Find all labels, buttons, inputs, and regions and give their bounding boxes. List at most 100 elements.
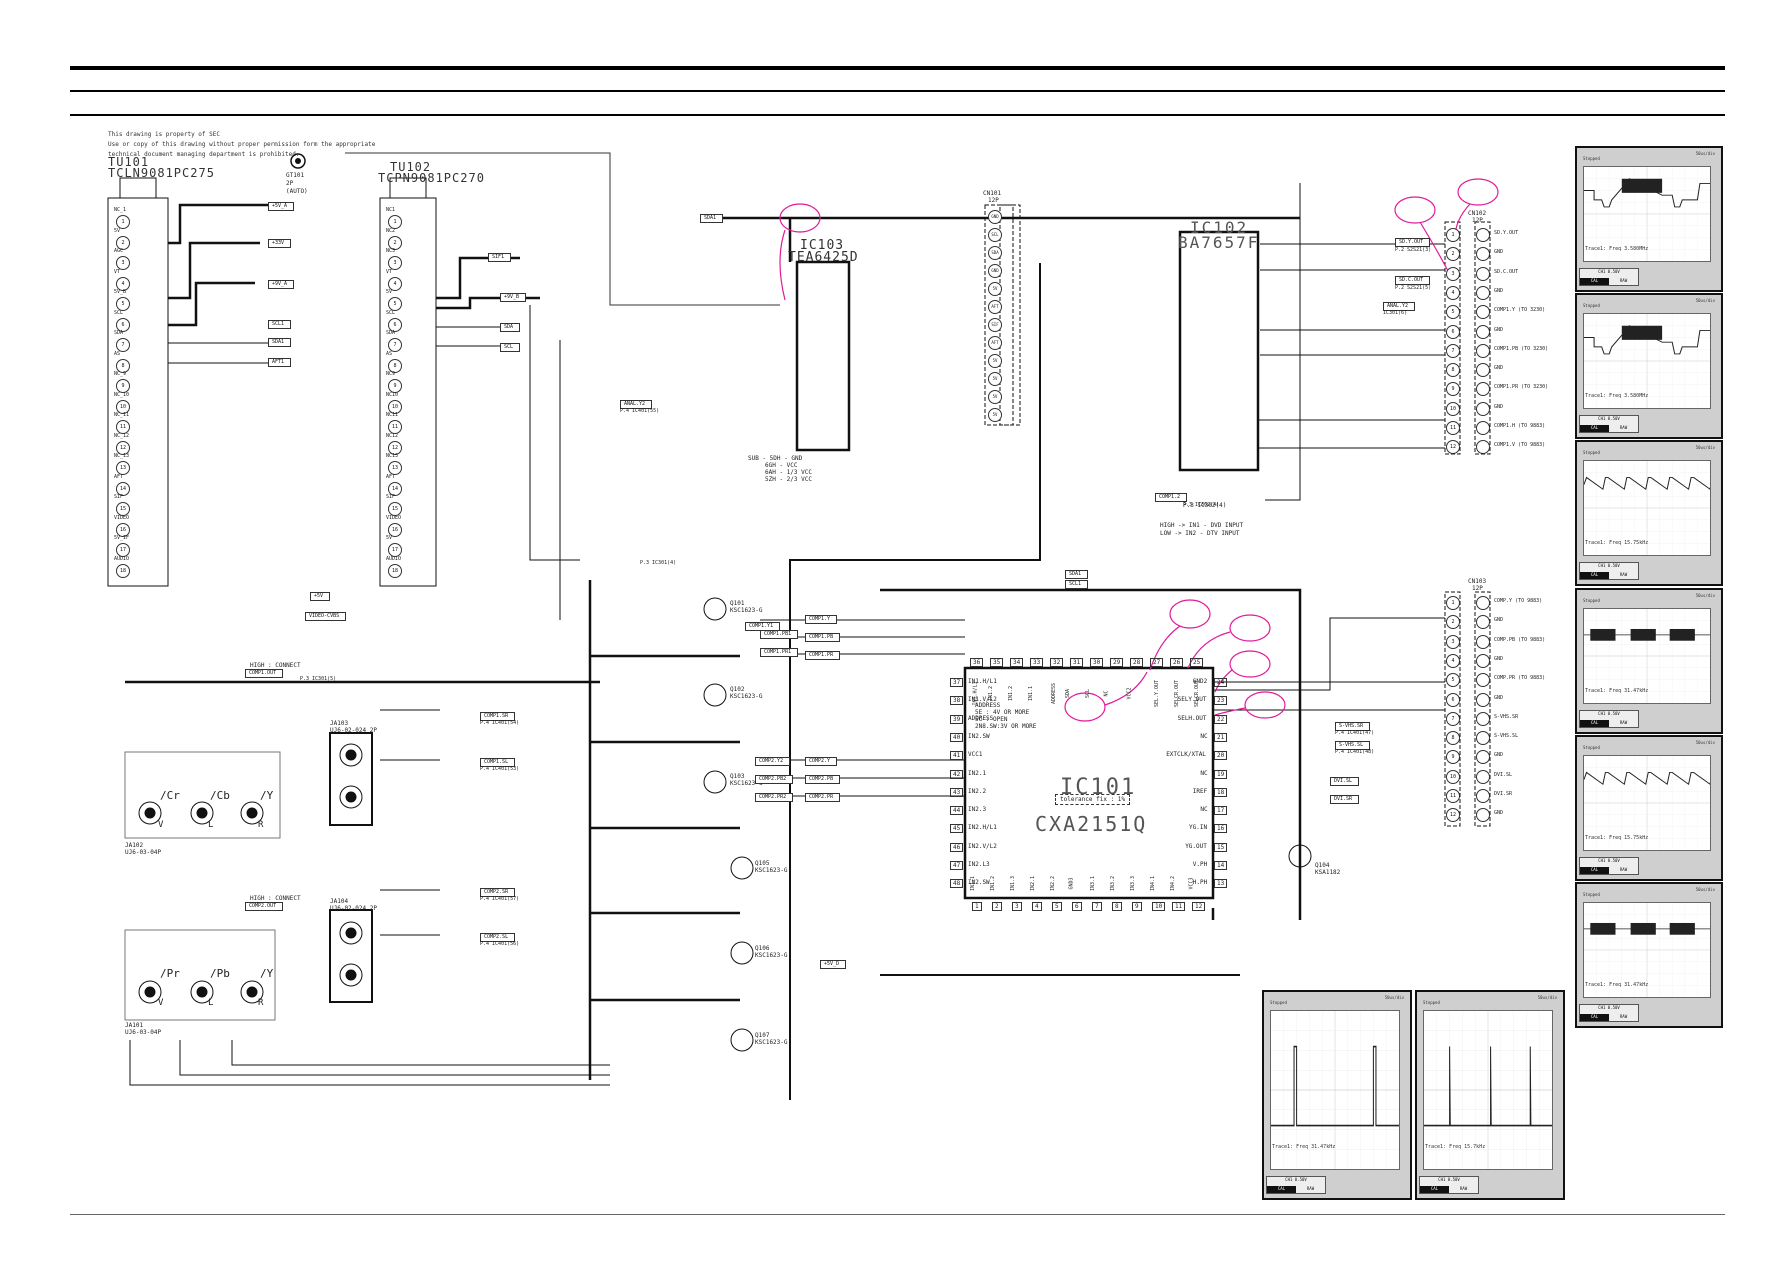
connector-pin-number: 10 — [1446, 401, 1460, 416]
ic101-pin-number: 28 — [1130, 658, 1144, 667]
scope-cal-button[interactable]: CAL — [1580, 867, 1609, 874]
scope-raw-button[interactable]: RAW — [1609, 867, 1638, 874]
jack-ref: JA103 — [330, 720, 349, 727]
ic101-pin-label: IN2.3 — [968, 806, 987, 814]
ic101-pin-label: IN2.1 — [968, 769, 987, 777]
transistor-part: KSC1623-G — [755, 952, 788, 959]
connector-pin-socket — [1476, 789, 1490, 803]
ic101-pin-number: 20 — [1214, 751, 1228, 761]
scope-cal-button[interactable]: CAL — [1267, 1186, 1296, 1193]
jack-ref: JA102 — [125, 842, 144, 849]
tuner-pin-label: NC_10 — [114, 391, 130, 398]
connector-pin-socket — [1476, 266, 1490, 281]
scope-timebase: 50us/div — [1695, 887, 1715, 892]
cn103-spec: 12P — [1472, 585, 1483, 592]
connector-pin-label: COMP1.Y (TO 3230) — [1494, 307, 1546, 314]
scope-cal-button[interactable]: CAL — [1580, 720, 1609, 727]
scope-raw-button[interactable]: RAW — [1609, 278, 1638, 285]
scope-raw-button[interactable]: RAW — [1609, 720, 1638, 727]
cross-ref: P.2 S2S21(5) — [1395, 285, 1432, 291]
ic101-pin-number: 25 — [1190, 658, 1204, 667]
transistor-ref: Q105 — [755, 860, 770, 867]
scope-raw-button[interactable]: RAW — [1449, 1186, 1478, 1193]
tuner-pin-label: SDA — [386, 330, 396, 336]
net-tag: COMP1.Y — [805, 615, 838, 624]
tu102-part: TCPN9081PC270 — [378, 171, 485, 185]
scope-timebase: 50us/div — [1695, 445, 1715, 450]
tuner-pin-label: SIF — [114, 494, 124, 500]
scope-raw-button[interactable]: RAW — [1609, 572, 1638, 579]
ic101-pin-number: 3 — [1012, 902, 1022, 911]
connector-pin-socket — [1476, 285, 1490, 300]
scope-freq-value: 3.580MHz — [1624, 393, 1649, 399]
cn101-pin: 5V — [988, 390, 1002, 404]
tuner-pin-label: NC_11 — [114, 412, 130, 418]
connector-pin-socket — [1476, 769, 1490, 784]
ic101-pin-label: SCL — [1085, 688, 1092, 699]
ic101-pin-number: 8 — [1112, 902, 1122, 911]
tuner-pin-label: NC9 — [386, 371, 396, 377]
ic101-pin-number: 38 — [950, 696, 964, 706]
net-tag: COMP1.PB1 — [760, 630, 799, 639]
scope-cal-button[interactable]: CAL — [1580, 572, 1609, 579]
scope-freq-label: Trace1: Freq — [1585, 540, 1625, 546]
tuner-pin-label: VIDEO — [386, 514, 402, 521]
ic101-pin-label: IN4.1 — [1150, 875, 1157, 892]
scope-raw-button[interactable]: RAW — [1609, 425, 1638, 432]
cn102-ref: CN102 — [1468, 210, 1487, 217]
connector-pin-socket — [1476, 401, 1490, 416]
scope-status: Stopped — [1583, 156, 1600, 161]
scope-cal-button[interactable]: CAL — [1580, 425, 1609, 432]
mux-tag-1: COMP1.OUT — [245, 669, 284, 678]
ic101-pin-number: 45 — [950, 824, 964, 834]
cross-ref: P.3 IC301(4) — [640, 560, 677, 566]
scope-buttons: CH1 0.50V CAL RAW — [1579, 415, 1639, 433]
scope-channel: CH1 0.50V — [1598, 1005, 1620, 1010]
connector-pin-number: 11 — [1446, 421, 1460, 435]
scope-cal-button[interactable]: CAL — [1580, 1014, 1609, 1021]
jack-part: UJ6-03-04P — [125, 849, 162, 856]
net-tag: COMP2.PR2 — [755, 793, 794, 802]
connector-pin-label: SD.Y.OUT — [1494, 230, 1519, 236]
connector-pin-number: 1 — [1446, 596, 1460, 610]
antenna-spec: 2P — [286, 180, 294, 187]
connector-pin-socket — [1476, 363, 1490, 378]
jack-sub-label: R — [258, 998, 264, 1008]
ic101-pin-number: 34 — [1010, 658, 1024, 667]
ic101-pin-label: YG.IN — [1189, 824, 1208, 832]
scope-raw-button[interactable]: RAW — [1296, 1186, 1325, 1193]
connector-pin-label: DVI.SR — [1494, 791, 1513, 797]
scope-cal-button[interactable]: CAL — [1580, 278, 1609, 285]
ic101-pin-number: 21 — [1214, 732, 1228, 742]
connector-pin-number: 10 — [1446, 769, 1460, 784]
connector-pin-label: DVI.SL — [1494, 771, 1513, 778]
ic101-pin-number: 17 — [1214, 806, 1228, 816]
ic101-pin-label: IN1.H/L1 — [968, 678, 997, 685]
scope-freq-value: 3.580MHz — [1624, 246, 1649, 252]
ic101-pin-label: VCC2 — [1126, 687, 1133, 700]
scope-cal-button[interactable]: CAL — [1420, 1186, 1449, 1193]
scope-raw-button[interactable]: RAW — [1609, 1014, 1638, 1021]
connector-pin-number: 1 — [1446, 228, 1460, 242]
scope-timebase: 50us/div — [1695, 740, 1715, 745]
net-tag: SCL1 — [268, 320, 292, 329]
ic103-part: TEA6425D — [788, 250, 859, 265]
net-tag: SDA — [500, 323, 521, 332]
ic103-note-0: SUB - 5DH - GND — [748, 455, 803, 462]
ic101-pin-label: SDA — [1065, 688, 1072, 699]
highlight-annotations — [779, 178, 1499, 722]
connector-pin-label: COMP1.V (TO 9883) — [1494, 442, 1546, 449]
net-tag: +9V_B — [500, 293, 527, 302]
cross-ref: P.4 IC401(57) — [480, 896, 520, 902]
scope-freq-label: Trace1: Freq — [1585, 246, 1625, 252]
oscilloscope-panel: Stopped 50us/div Trace1: Freq 31.47kHz CH1 … — [1262, 990, 1412, 1200]
jack-signal-label: /Cb — [210, 789, 230, 802]
ic101-pin-number: 35 — [990, 658, 1004, 667]
scope-frequency: Trace1: Freq 31.47kHz — [1585, 982, 1648, 988]
ic102-body — [1178, 230, 1260, 472]
ic103-note-3: 5ZH - 2/3 VCC — [765, 476, 812, 483]
net-tag: +5V_D — [820, 960, 847, 969]
jack-part: UJ6-02-024 2P — [330, 905, 377, 912]
ic101-pin-label: VCC3 — [1188, 877, 1195, 890]
cn101-pin: GND — [988, 210, 1002, 224]
